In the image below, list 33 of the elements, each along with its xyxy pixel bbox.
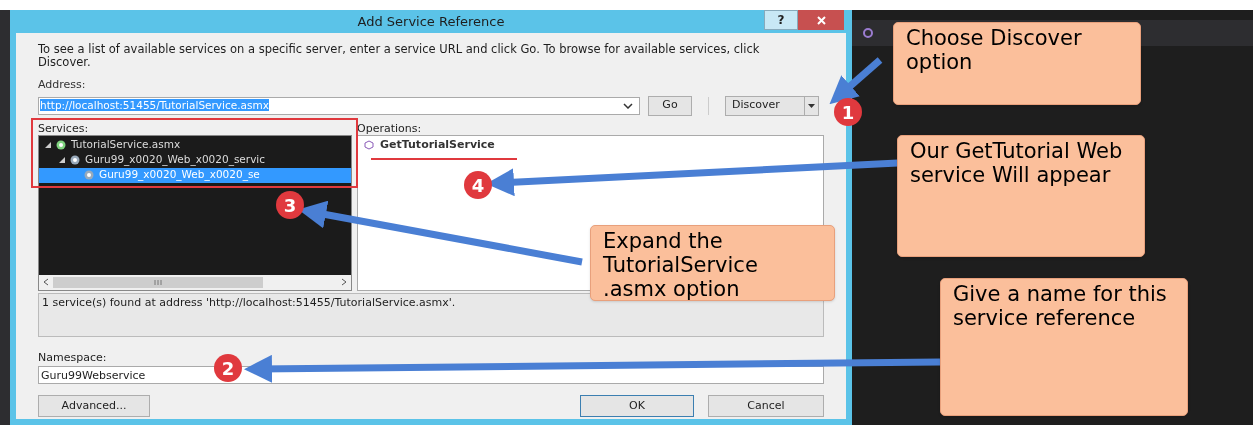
tree-item[interactable]: Guru99_x0020_Web_x0020_servic: [39, 152, 351, 168]
window-title: Add Service Reference: [357, 12, 505, 31]
caret-icon: [808, 103, 815, 108]
status-text: 1 service(s) found at address 'http://localhost:51455/TutorialService.asmx'.: [42, 295, 456, 309]
horizontal-scrollbar[interactable]: [39, 274, 351, 290]
go-button[interactable]: Go: [648, 95, 692, 116]
grip-icon: [154, 279, 162, 285]
operations-label: Operations:: [357, 120, 423, 135]
service-icon: [55, 139, 67, 151]
service-icon: [69, 154, 81, 166]
help-button[interactable]: ?: [764, 10, 798, 30]
dropdown-caret-icon: [623, 102, 633, 109]
address-label: Address:: [38, 77, 87, 93]
callout-note: Expand the TutorialService .asmx option: [590, 225, 835, 301]
arrow: [829, 57, 883, 105]
close-icon: [816, 15, 826, 25]
services-label: Services:: [38, 120, 90, 135]
operation-item[interactable]: GetTutorialService: [358, 137, 823, 153]
namespace-label: Namespace:: [38, 349, 108, 366]
advanced-button[interactable]: Advanced...: [38, 395, 150, 417]
callout-note: Our GetTutorial Web service Will appear: [897, 135, 1145, 257]
instruction-text: To see a list of available services on a specific server, enter a service URL and click Go. To browse for available services, click Discover.: [38, 43, 761, 69]
cancel-button[interactable]: Cancel: [708, 395, 824, 417]
discover-dropdown-button[interactable]: [804, 95, 819, 116]
callout-note: Give a name for this service reference: [940, 278, 1188, 416]
service-icon: [83, 169, 95, 181]
scrollbar-thumb[interactable]: [53, 276, 263, 288]
callout-note: Choose Discover option: [893, 22, 1141, 105]
address-value: http://localhost:51455/TutorialService.asmx: [40, 97, 270, 113]
discover-button[interactable]: Discover: [725, 95, 805, 116]
close-button[interactable]: [798, 10, 844, 30]
tree-item[interactable]: TutorialService.asmx: [39, 137, 351, 153]
ok-button[interactable]: OK: [580, 395, 694, 417]
